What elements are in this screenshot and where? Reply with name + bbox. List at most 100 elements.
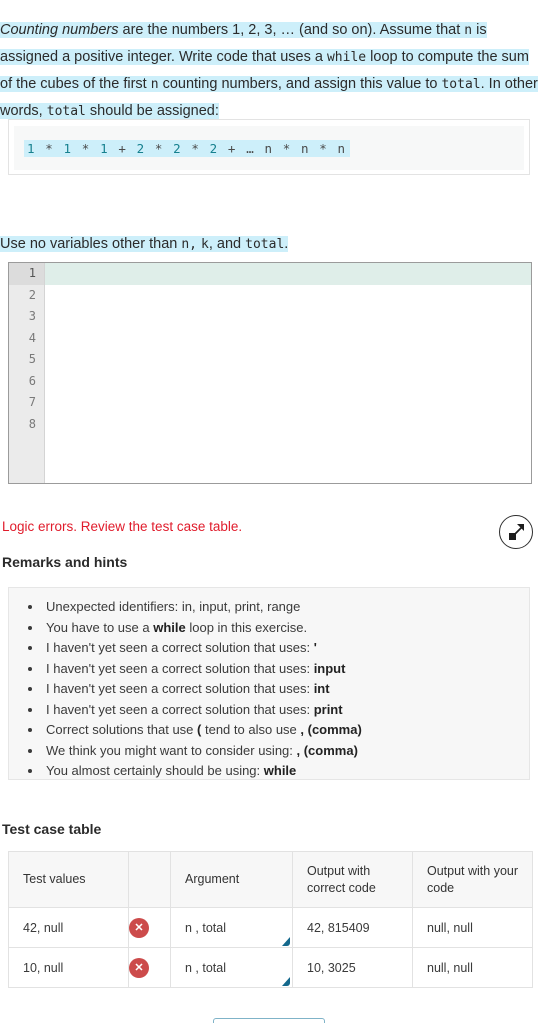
- cell-output-correct: 42, 815409: [292, 907, 413, 948]
- remarks-title: Remarks and hints: [2, 554, 128, 570]
- fail-x-icon: ✕: [129, 917, 149, 938]
- remarks-list: Unexpected identifiers: in, input, print…: [9, 597, 529, 781]
- subprompt-segment-3: , and: [208, 235, 246, 252]
- formula-token-13: n: [264, 140, 274, 156]
- cell-argument: n , total: [170, 907, 293, 948]
- remark-item: You almost certainly should be using: wh…: [43, 761, 529, 781]
- remark-item: We think you might want to consider usin…: [43, 741, 529, 761]
- editor-code-line[interactable]: [45, 328, 531, 350]
- subprompt-segment-4: .: [284, 235, 289, 252]
- column-header-output-correct: Output with correct code: [292, 851, 413, 908]
- remark-item: Unexpected identifiers: in, input, print…: [43, 597, 529, 617]
- editor-code-area[interactable]: [45, 263, 531, 483]
- column-header-status: [128, 851, 171, 908]
- editor-code-line[interactable]: [45, 392, 531, 414]
- formula-token-5: +: [109, 140, 137, 156]
- prompt-code-n2: n: [150, 76, 159, 92]
- formula-token-15: n: [300, 140, 311, 156]
- cell-status: ✕: [128, 947, 171, 988]
- cell-status: ✕: [128, 907, 171, 948]
- formula-token-16: *: [310, 140, 338, 156]
- resize-grip-icon[interactable]: [282, 937, 290, 946]
- formula-token-1: *: [36, 140, 64, 156]
- cell-output-yours: null, null: [412, 907, 533, 948]
- editor-code-line[interactable]: [45, 371, 531, 393]
- editor-code-line[interactable]: [45, 263, 531, 285]
- editor-code-line[interactable]: [45, 285, 531, 307]
- remark-item: I haven't yet seen a correct solution th…: [43, 638, 529, 658]
- test-case-table-body: 42, null ✕ n , total 42, 815409 null, null 10…: [8, 907, 533, 988]
- formula-inner: 1 * 1 * 1 + 2 * 2 * 2 + … n * n * n: [14, 126, 524, 170]
- subprompt-code-total: total: [245, 236, 285, 252]
- editor-code-line[interactable]: [45, 349, 531, 371]
- prompt-code-total: total: [441, 76, 481, 92]
- prompt-segment-4: counting numbers, and assign this value …: [158, 75, 442, 92]
- cell-output-yours: null, null: [412, 947, 533, 988]
- argument-text: n , total: [185, 920, 226, 935]
- subprompt-code-k: k: [201, 236, 209, 252]
- formula-token-11: +: [218, 140, 247, 156]
- prompt-segment-6: should be assigned:: [85, 102, 219, 119]
- error-message: Logic errors. Review the test case table…: [2, 519, 243, 534]
- prompt-segment-1: are the numbers 1, 2, 3, … (and so on). …: [118, 21, 465, 38]
- subprompt-segment-1: Use no variables other than: [0, 235, 182, 252]
- formula-token-9: *: [182, 140, 210, 156]
- editor-line-number: 2: [28, 287, 36, 302]
- variable-restriction-note: Use no variables other than n, k, and to…: [0, 231, 538, 258]
- editor-line-number: 8: [28, 416, 36, 431]
- test-case-table-head: Test values Argument Output with correct…: [8, 851, 533, 908]
- bottom-action-button[interactable]: [213, 1018, 325, 1023]
- editor-line-number: 5: [28, 352, 36, 366]
- formula-token-12: …: [246, 140, 265, 156]
- cell-test-values: 42, null: [8, 907, 129, 948]
- formula-token-10: 2: [209, 140, 219, 156]
- formula-token-17: n: [337, 140, 347, 156]
- remark-item: I haven't yet seen a correct solution th…: [43, 679, 529, 699]
- formula-token-14: *: [273, 140, 301, 156]
- column-header-argument: Argument: [170, 851, 293, 908]
- editor-line-number: 3: [28, 309, 36, 323]
- table-row: 42, null ✕ n , total 42, 815409 null, null: [8, 907, 533, 948]
- editor-line-number: 6: [28, 373, 36, 388]
- code-editor[interactable]: 1 2 3 4 5 6 7 8: [8, 262, 532, 484]
- formula-token-4: 1: [100, 140, 110, 156]
- editor-line-number: 4: [28, 330, 36, 345]
- argument-text: n , total: [185, 960, 226, 975]
- editor-line-number: 7: [28, 395, 36, 409]
- formula-code: 1 * 1 * 1 + 2 * 2 * 2 + … n * n * n: [24, 139, 350, 157]
- remark-item: I haven't yet seen a correct solution th…: [43, 659, 529, 679]
- formula-token-0: 1: [27, 140, 37, 156]
- cell-output-correct: 10, 3025: [292, 947, 413, 988]
- table-header-row: Test values Argument Output with correct…: [8, 851, 533, 908]
- formula-card: 1 * 1 * 1 + 2 * 2 * 2 + … n * n * n: [8, 119, 530, 175]
- formula-token-3: *: [72, 140, 101, 156]
- test-case-table: Test values Argument Output with correct…: [8, 851, 533, 988]
- remark-item: You have to use a while loop in this exe…: [43, 618, 529, 638]
- formula-token-2: 1: [63, 140, 73, 156]
- editor-line-number-gutter: 1 2 3 4 5 6 7 8: [9, 263, 45, 483]
- exercise-page: Counting numbers are the numbers 1, 2, 3…: [0, 0, 538, 1023]
- resize-grip-icon[interactable]: [282, 977, 290, 986]
- formula-token-7: *: [145, 140, 174, 156]
- editor-code-line[interactable]: [45, 414, 531, 436]
- exercise-prompt: Counting numbers are the numbers 1, 2, 3…: [0, 17, 538, 125]
- expand-icon[interactable]: [499, 515, 533, 549]
- editor-line-number: 1: [9, 263, 44, 285]
- prompt-lead-italic: Counting numbers: [0, 21, 119, 38]
- formula-token-8: 2: [173, 140, 183, 156]
- fail-x-icon: ✕: [129, 957, 149, 978]
- prompt-code-while: while: [326, 49, 367, 65]
- prompt-code-n: n: [464, 22, 473, 38]
- cell-test-values: 10, null: [8, 947, 129, 988]
- remark-item: I haven't yet seen a correct solution th…: [43, 700, 529, 720]
- formula-token-6: 2: [136, 140, 146, 156]
- editor-code-line[interactable]: [45, 306, 531, 328]
- cell-argument: n , total: [170, 947, 293, 988]
- column-header-test-values: Test values: [8, 851, 129, 908]
- remark-item: Correct solutions that use ( tend to als…: [43, 720, 529, 740]
- test-case-table-title: Test case table: [2, 821, 102, 837]
- prompt-code-total2: total: [46, 103, 86, 119]
- column-header-output-yours: Output with your code: [412, 851, 533, 908]
- subprompt-code-n: n,: [181, 236, 198, 252]
- remarks-box: Unexpected identifiers: in, input, print…: [8, 587, 530, 780]
